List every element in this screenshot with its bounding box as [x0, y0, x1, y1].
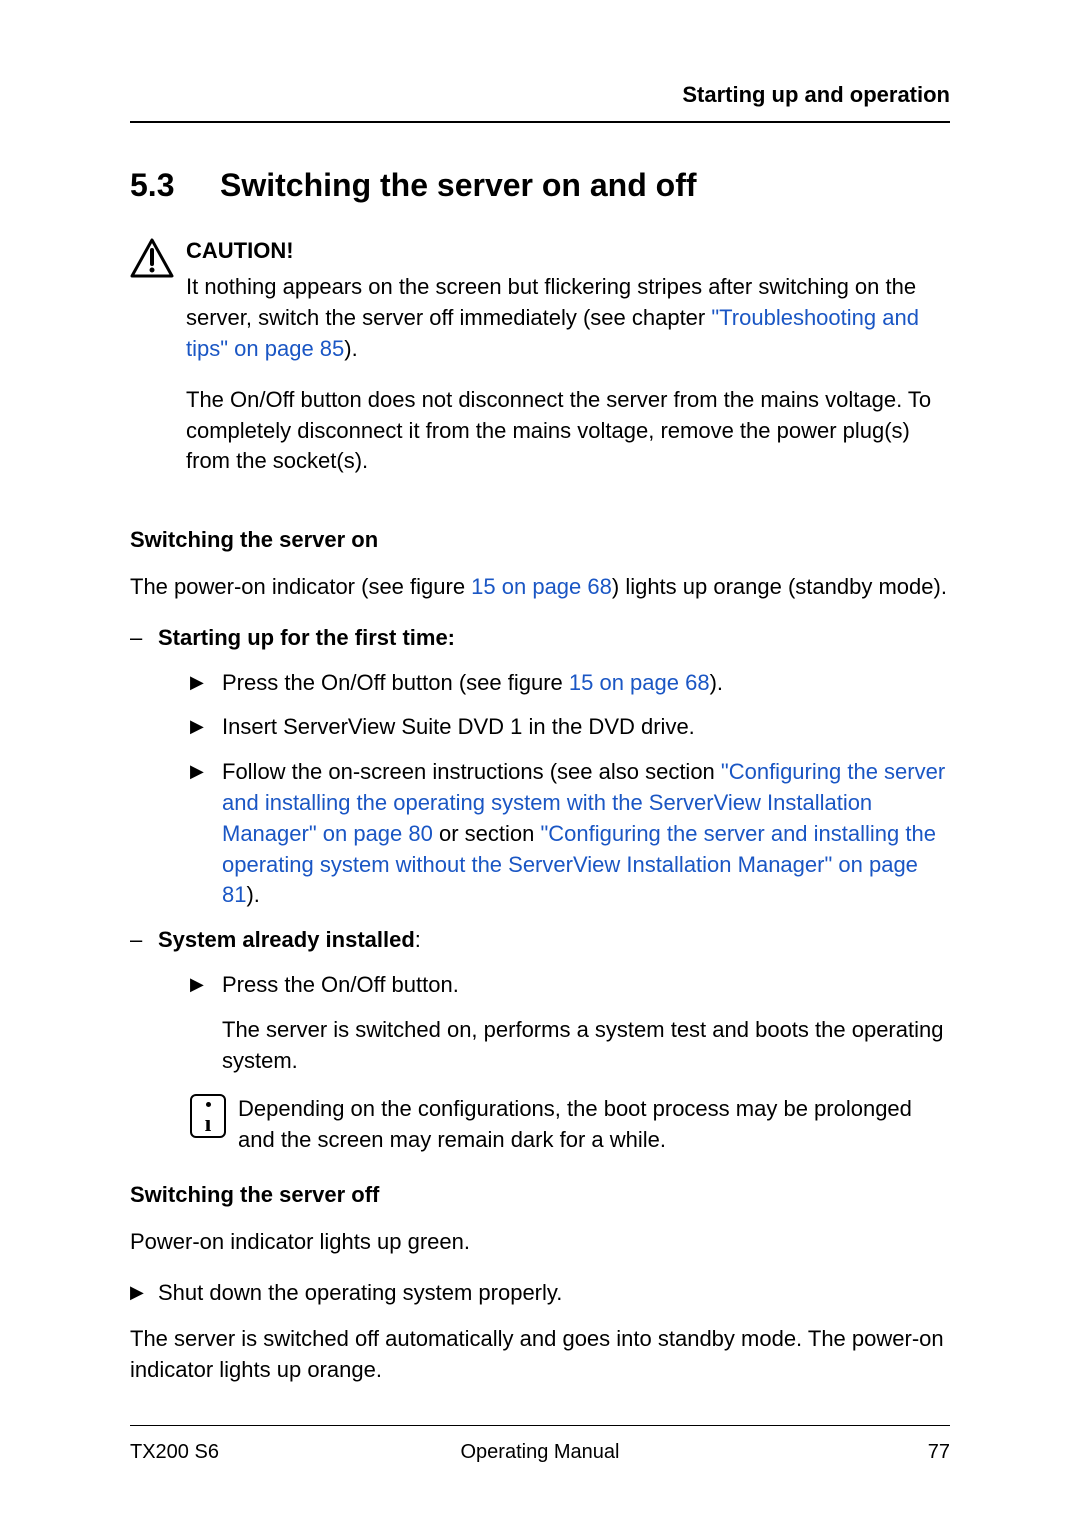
- footer-page-number: 77: [928, 1438, 950, 1466]
- info-icon: ı: [190, 1094, 238, 1156]
- link-figure-15a[interactable]: 15 on page 68: [471, 574, 612, 599]
- info-block: ı Depending on the configurations, the b…: [130, 1094, 950, 1156]
- footer-center: Operating Manual: [130, 1438, 950, 1466]
- triangle-bullet-icon: ▶: [130, 1280, 144, 1305]
- caution-content: CAUTION! It nothing appears on the scree…: [186, 236, 950, 498]
- heading-switch-on: Switching the server on: [130, 525, 950, 556]
- page-content: Starting up and operation 5.3Switching t…: [0, 0, 1080, 1466]
- first-time-label: Starting up for the first time:: [158, 625, 455, 650]
- section-title-text: Switching the server on and off: [220, 167, 697, 203]
- running-head: Starting up and operation: [130, 80, 950, 123]
- step-shutdown-os: ▶ Shut down the operating system properl…: [130, 1278, 950, 1309]
- triangle-bullet-icon: ▶: [190, 759, 204, 784]
- caution-block: CAUTION! It nothing appears on the scree…: [130, 236, 950, 498]
- switch-on-intro: The power-on indicator (see figure 15 on…: [130, 572, 950, 603]
- caution-icon: [130, 236, 186, 498]
- section-heading: 5.3Switching the server on and off: [130, 163, 950, 208]
- step-press-onoff-2: ▶ Press the On/Off button.: [130, 970, 950, 1001]
- caution-p2: The On/Off button does not disconnect th…: [186, 385, 950, 477]
- caution-p1: It nothing appears on the screen but fli…: [186, 272, 950, 364]
- step-insert-dvd: ▶ Insert ServerView Suite DVD 1 in the D…: [130, 712, 950, 743]
- triangle-bullet-icon: ▶: [190, 714, 204, 739]
- switch-off-intro: Power-on indicator lights up green.: [130, 1227, 950, 1258]
- switch-off-result: The server is switched off automatically…: [130, 1324, 950, 1386]
- heading-switch-off: Switching the server off: [130, 1180, 950, 1211]
- section-number: 5.3: [130, 163, 220, 208]
- dash-mark: –: [130, 623, 142, 654]
- list-already-installed: – System already installed:: [130, 925, 950, 956]
- installed-result: The server is switched on, performs a sy…: [130, 1015, 950, 1077]
- list-first-time: – Starting up for the first time:: [130, 623, 950, 654]
- footer-left: TX200 S6: [130, 1438, 219, 1466]
- page-footer: TX200 S6 Operating Manual 77: [130, 1425, 950, 1466]
- triangle-bullet-icon: ▶: [190, 972, 204, 997]
- installed-label: System already installed: [158, 927, 415, 952]
- step-press-onoff: ▶ Press the On/Off button (see figure 15…: [130, 668, 950, 699]
- link-figure-15b[interactable]: 15 on page 68: [569, 670, 710, 695]
- triangle-bullet-icon: ▶: [190, 670, 204, 695]
- info-text: Depending on the configurations, the boo…: [238, 1094, 950, 1156]
- dash-mark: –: [130, 925, 142, 956]
- step-follow-instructions: ▶ Follow the on-screen instructions (see…: [130, 757, 950, 911]
- caution-label: CAUTION!: [186, 236, 950, 267]
